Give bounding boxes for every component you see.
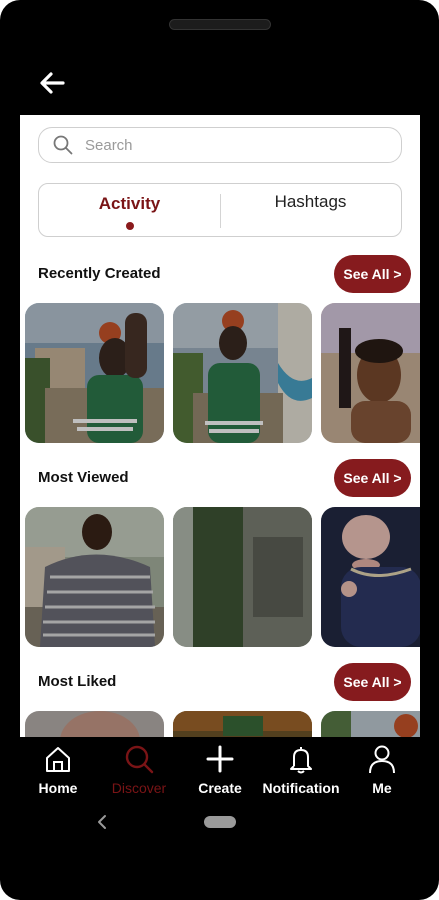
tab-activity[interactable]: Activity [39, 184, 220, 236]
nav-label-create: Create [198, 780, 242, 796]
see-all-most-viewed-button[interactable]: See All > [334, 459, 411, 497]
nav-label-discover: Discover [111, 780, 167, 796]
video-thumbnail[interactable] [173, 507, 312, 647]
nav-label-home: Home [38, 780, 78, 796]
system-home-pill[interactable] [204, 816, 236, 828]
back-arrow-icon[interactable] [37, 68, 67, 98]
recently-created-row [25, 303, 420, 443]
search-placeholder: Search [85, 136, 133, 154]
active-tab-indicator [125, 222, 134, 230]
video-thumbnail[interactable] [321, 711, 420, 737]
system-back-icon[interactable] [95, 813, 109, 831]
plus-icon [206, 745, 234, 773]
see-all-recently-created-button[interactable]: See All > [334, 255, 411, 293]
search-icon [53, 135, 73, 155]
search-input[interactable]: Search [38, 127, 402, 163]
nav-item-notification[interactable]: Notification [261, 737, 341, 807]
nav-item-discover[interactable]: Discover [99, 737, 179, 807]
video-thumbnail[interactable] [321, 507, 420, 647]
nav-item-home[interactable]: Home [18, 737, 98, 807]
phone-frame: Search Activity Hashtags Recently Create… [0, 0, 439, 900]
nav-label-me: Me [372, 780, 392, 796]
video-thumbnail[interactable] [25, 711, 164, 737]
see-all-most-liked-button[interactable]: See All > [334, 663, 411, 701]
video-thumbnail[interactable] [321, 303, 420, 443]
search-icon [125, 745, 154, 774]
video-thumbnail[interactable] [173, 303, 312, 443]
discover-screen: Search Activity Hashtags Recently Create… [20, 115, 420, 737]
person-icon [369, 745, 395, 774]
bell-icon [290, 747, 312, 774]
section-title-most-liked: Most Liked [38, 673, 117, 690]
section-title-most-viewed: Most Viewed [38, 469, 129, 486]
nav-label-notification: Notification [262, 780, 340, 796]
video-thumbnail[interactable] [25, 507, 164, 647]
section-title-recently-created: Recently Created [38, 265, 161, 282]
tab-bar: Activity Hashtags [38, 183, 402, 237]
video-thumbnail[interactable] [173, 711, 312, 737]
most-viewed-row [25, 507, 420, 647]
nav-item-create[interactable]: Create [180, 737, 260, 807]
video-thumbnail[interactable] [25, 303, 164, 443]
bottom-nav: Home Discover Create Notification Me [0, 737, 439, 807]
home-icon [46, 747, 70, 772]
tab-hashtags-label: Hashtags [274, 192, 347, 211]
nav-item-me[interactable]: Me [342, 737, 422, 807]
most-liked-row [25, 711, 420, 737]
tab-hashtags[interactable]: Hashtags [220, 184, 401, 236]
phone-speaker [169, 19, 271, 30]
